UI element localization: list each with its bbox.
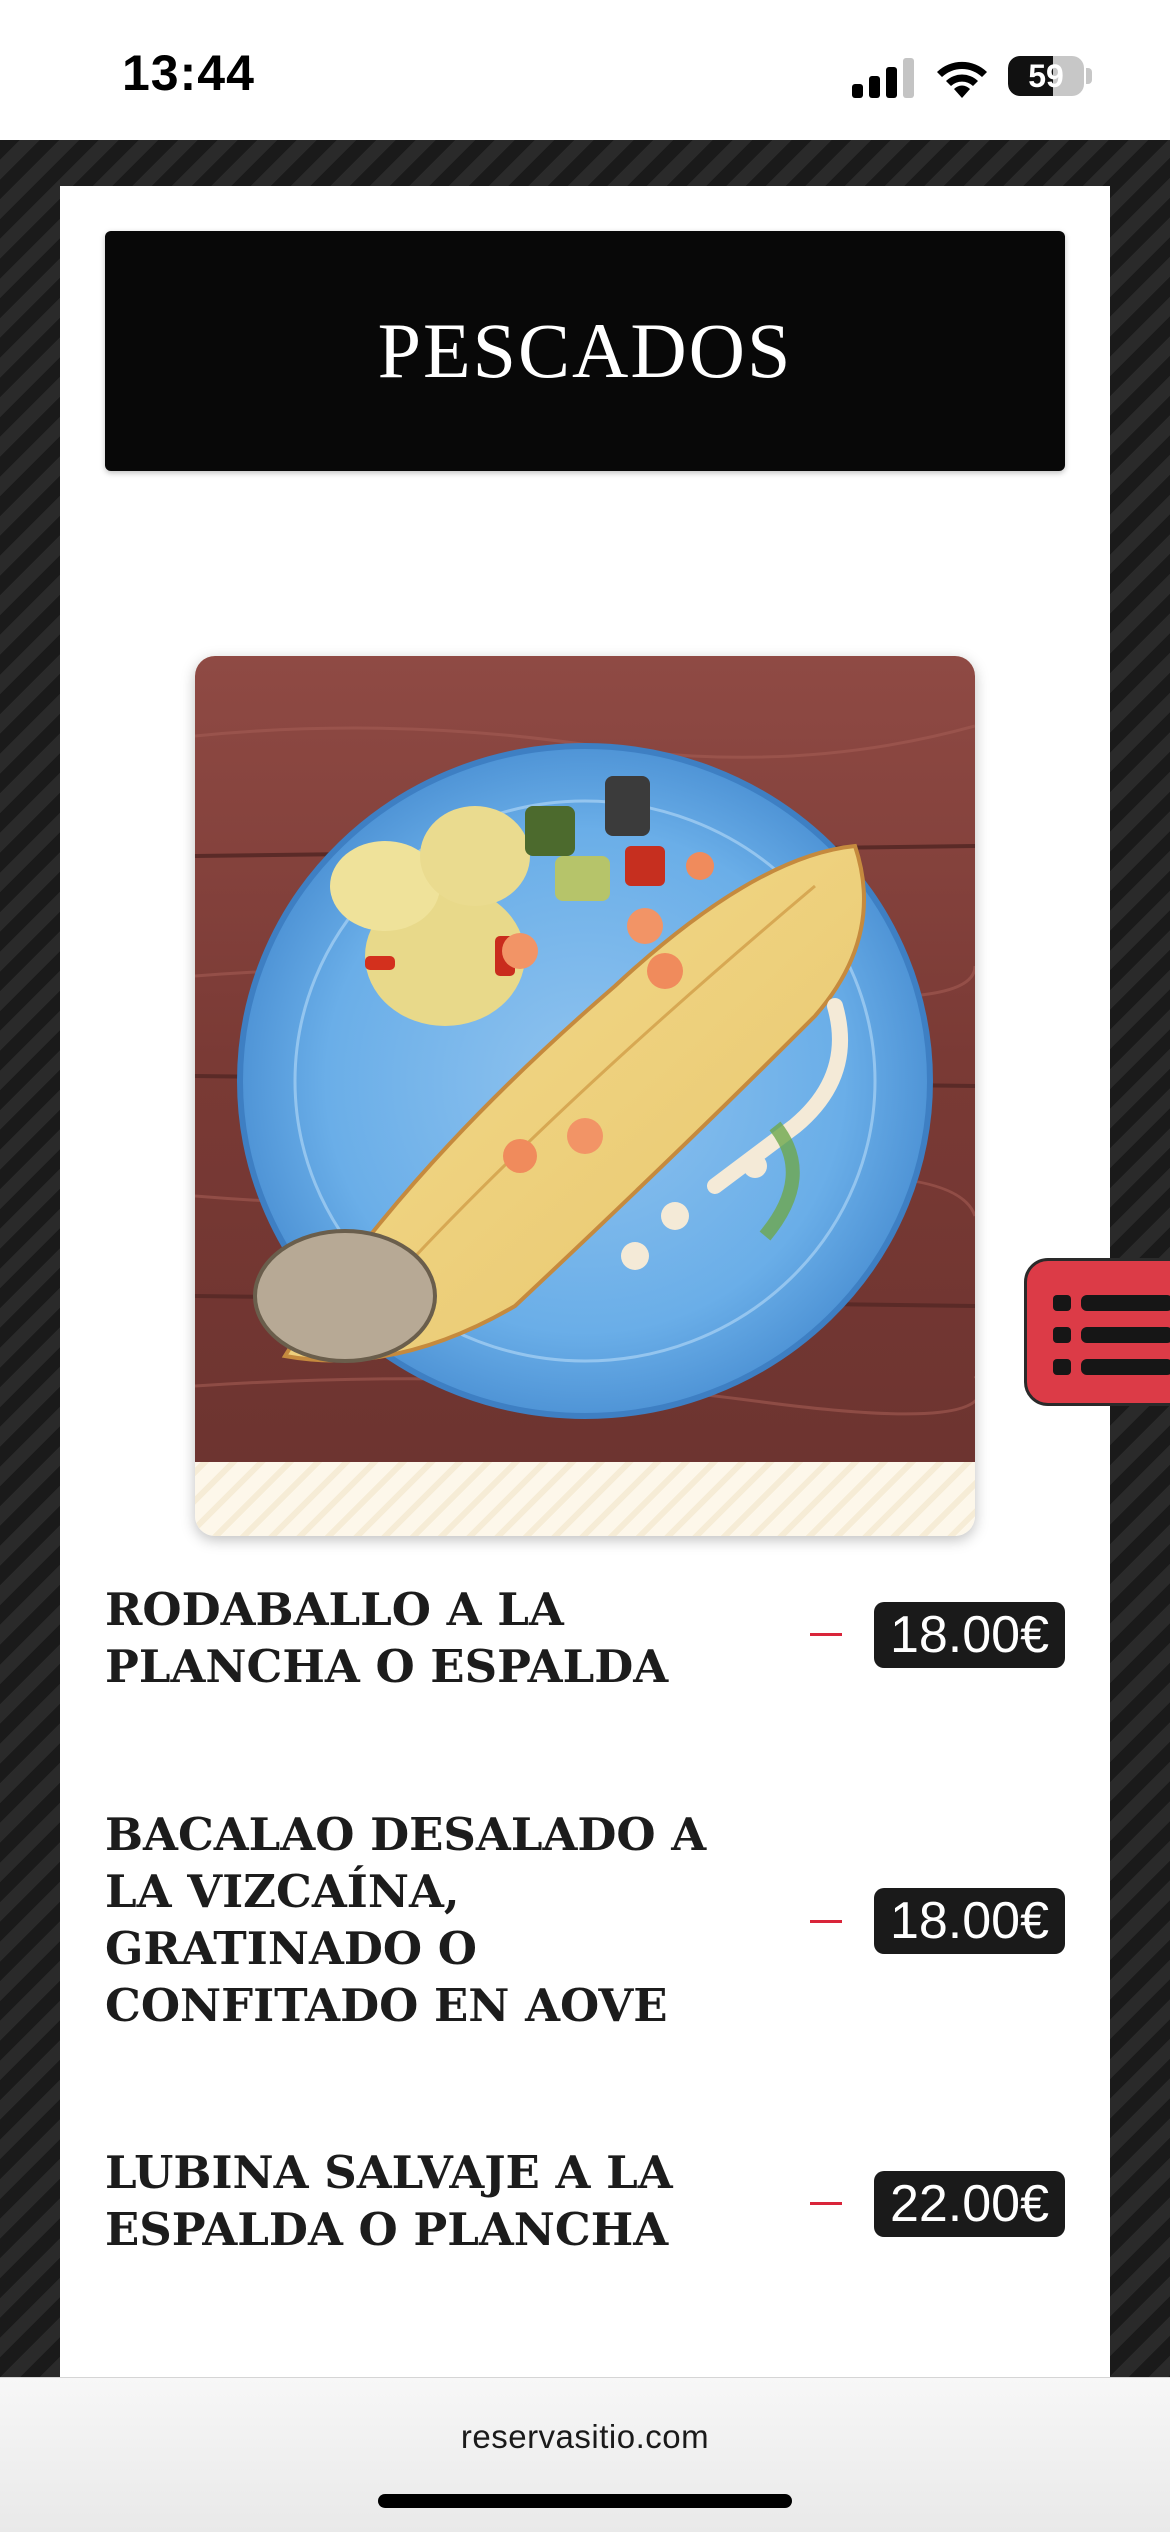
price-badge: 18.00€ — [873, 1888, 1065, 1954]
browser-address-bar[interactable]: reservasitio.com — [0, 2377, 1170, 2532]
price-badge: 18.00€ — [873, 1602, 1065, 1668]
status-bar: 13:44 59 — [0, 0, 1170, 140]
list-icon — [1053, 1295, 1170, 1375]
price-badge: 22.00€ — [873, 2171, 1065, 2237]
menu-item[interactable]: BACALAO DESALADO A LA VIZCAÍNA, GRATINAD… — [105, 1806, 1065, 2046]
menu-item[interactable]: RODABALLO A LA PLANCHA O ESPALDA 18.00€ — [105, 1581, 1065, 1701]
price-dash — [810, 1920, 842, 1923]
section-title: PESCADOS — [377, 307, 793, 394]
home-indicator[interactable] — [378, 2494, 792, 2508]
battery-icon: 59 — [1008, 56, 1084, 96]
menu-item-name: RODABALLO A LA PLANCHA O ESPALDA — [105, 1583, 669, 1693]
floating-menu-button[interactable] — [1024, 1258, 1170, 1406]
signal-icon — [852, 58, 914, 98]
menu-item[interactable]: LUBINA SALVAJE A LA ESPALDA O PLANCHA 22… — [105, 2144, 1065, 2264]
battery-level-text: 59 — [1028, 57, 1064, 94]
wifi-icon — [937, 61, 987, 98]
section-header: PESCADOS — [105, 231, 1065, 471]
battery-nub — [1086, 68, 1092, 84]
menu-item-name: LUBINA SALVAJE A LA ESPALDA O PLANCHA — [105, 2146, 673, 2256]
price-dash — [810, 1633, 842, 1636]
status-time: 13:44 — [122, 45, 255, 101]
url-text[interactable]: reservasitio.com — [0, 2418, 1170, 2456]
menu-item-name: BACALAO DESALADO A LA VIZCAÍNA, GRATINAD… — [105, 1808, 707, 2032]
menu-content: PESCADOS RODABALLO A LA PLANCHA O ESPALD… — [60, 186, 1110, 2377]
dish-photo — [195, 656, 975, 1462]
price-dash — [810, 2202, 842, 2205]
dish-photo-card[interactable] — [195, 656, 975, 1536]
